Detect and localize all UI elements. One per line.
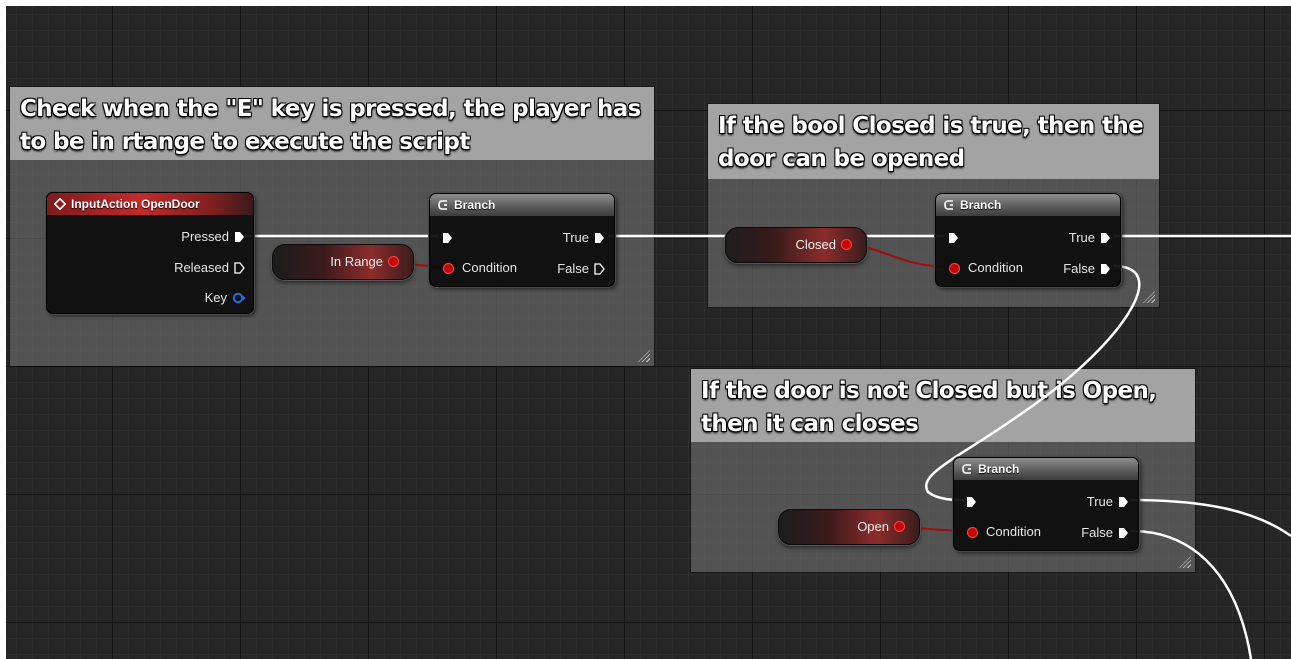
comment-header[interactable]: Check when the "E" key is pressed, the p… <box>10 87 654 160</box>
pressed-pin-label: Pressed <box>181 229 229 244</box>
in-range-variable-node[interactable]: In Range <box>272 244 414 280</box>
condition-pin-icon[interactable] <box>443 263 454 274</box>
exec-out-pin-icon[interactable] <box>1100 232 1111 244</box>
condition-pin-label: Condition <box>462 260 517 275</box>
condition-pin-icon[interactable] <box>967 527 978 538</box>
exec-out-pin-icon[interactable] <box>594 263 605 275</box>
false-pin-label: False <box>1063 261 1095 276</box>
variable-label: In Range <box>330 254 383 269</box>
exec-out-pin-icon[interactable] <box>594 232 605 244</box>
true-pin-label: True <box>1086 494 1113 509</box>
comment-header[interactable]: If the bool Closed is true, then the doo… <box>708 104 1159 179</box>
comment-text: If the door is not Closed but is Open, t… <box>701 378 1157 437</box>
condition-pin-label: Condition <box>968 260 1023 275</box>
key-pin-label: Key <box>204 290 227 305</box>
node-title: Branch <box>454 198 496 212</box>
node-title: Branch <box>960 198 1002 212</box>
closed-variable-node[interactable]: Closed <box>725 227 867 263</box>
true-pin-label: True <box>1068 230 1095 245</box>
comment-text: If the bool Closed is true, then the doo… <box>718 113 1144 172</box>
branch-node-1[interactable]: Branch Condition True False <box>429 193 615 287</box>
branch-node-3[interactable]: Branch Condition True False <box>953 457 1139 551</box>
exec-out-pin-icon[interactable] <box>234 231 245 243</box>
bool-out-pin-icon[interactable] <box>388 256 399 267</box>
condition-pin-label: Condition <box>986 524 1041 539</box>
false-pin-label: False <box>557 261 589 276</box>
branch-icon <box>944 200 953 210</box>
branch-node-2[interactable]: Branch Condition True False <box>935 193 1121 287</box>
blueprint-editor: Check when the "E" key is pressed, the p… <box>0 0 1291 659</box>
resize-grip-icon[interactable] <box>1143 291 1155 303</box>
exec-out-pin-icon[interactable] <box>234 262 245 274</box>
false-pin-label: False <box>1081 525 1113 540</box>
condition-pin-icon[interactable] <box>949 263 960 274</box>
exec-out-pin-icon[interactable] <box>1118 496 1129 508</box>
node-header[interactable]: Branch <box>430 194 614 216</box>
blueprint-graph-canvas[interactable]: Check when the "E" key is pressed, the p… <box>6 6 1291 659</box>
branch-icon <box>962 464 971 474</box>
exec-in-pin-icon[interactable] <box>966 496 977 508</box>
comment-header[interactable]: If the door is not Closed but is Open, t… <box>691 369 1195 442</box>
diamond-event-icon <box>54 198 66 210</box>
node-title: InputAction OpenDoor <box>71 197 200 211</box>
released-pin-label: Released <box>174 260 229 275</box>
exec-out-pin-icon[interactable] <box>1118 527 1129 539</box>
resize-grip-icon[interactable] <box>1179 556 1191 568</box>
node-header[interactable]: Branch <box>936 194 1120 216</box>
true-pin-label: True <box>562 230 589 245</box>
branch-icon <box>438 200 447 210</box>
exec-in-pin-icon[interactable] <box>442 232 453 244</box>
bool-out-pin-icon[interactable] <box>894 521 905 532</box>
input-action-event-node[interactable]: InputAction OpenDoor Pressed Released Ke… <box>46 192 254 314</box>
variable-label: Open <box>857 519 889 534</box>
open-variable-node[interactable]: Open <box>778 509 920 545</box>
node-header[interactable]: Branch <box>954 458 1138 480</box>
node-header[interactable]: InputAction OpenDoor <box>47 193 253 215</box>
exec-out-pin-icon[interactable] <box>1100 263 1111 275</box>
variable-label: Closed <box>795 237 836 252</box>
node-title: Branch <box>978 462 1020 476</box>
bool-out-pin-icon[interactable] <box>841 239 852 250</box>
resize-grip-icon[interactable] <box>638 350 650 362</box>
exec-in-pin-icon[interactable] <box>948 232 959 244</box>
key-struct-pin-icon[interactable] <box>232 292 246 304</box>
comment-text: Check when the "E" key is pressed, the p… <box>20 96 641 155</box>
